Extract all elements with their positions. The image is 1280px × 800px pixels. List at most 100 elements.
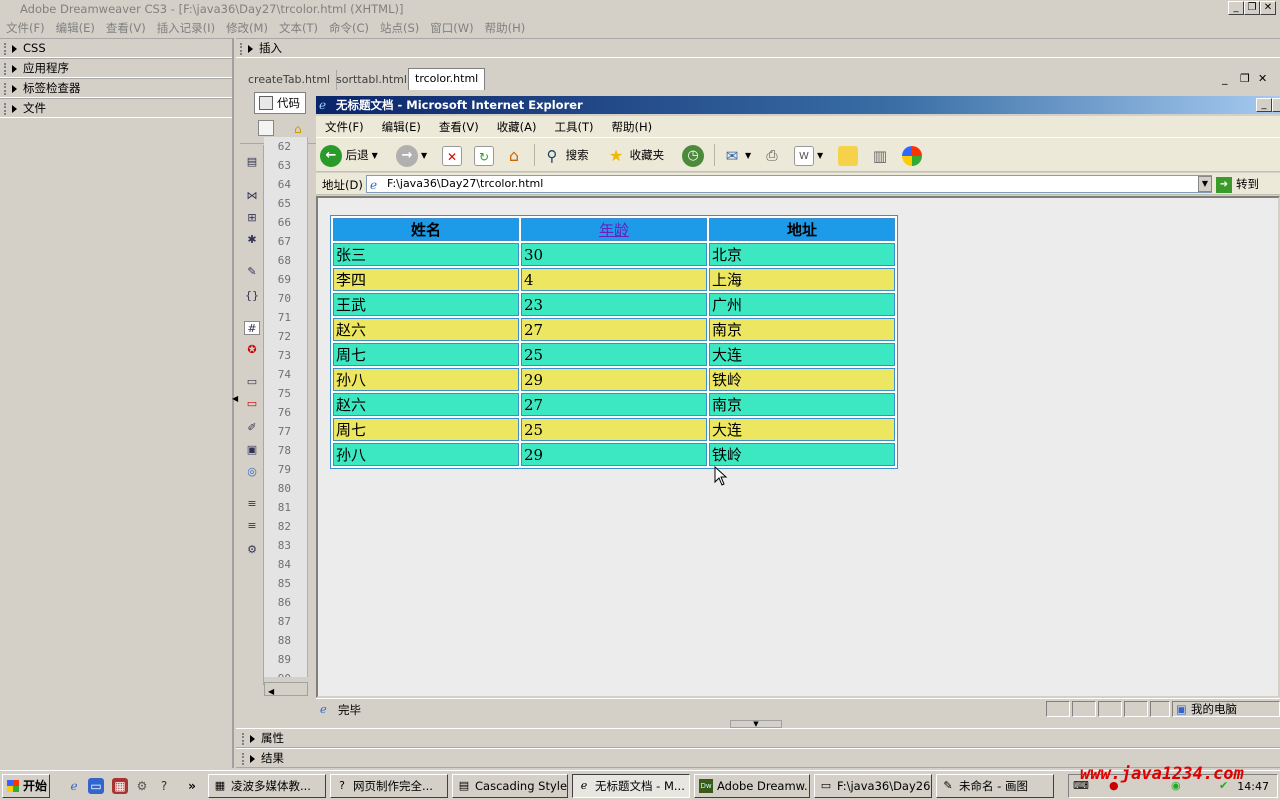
quicklaunch-help-icon[interactable]: ?: [156, 778, 172, 794]
doc-close-icon[interactable]: ✕: [1258, 72, 1267, 85]
panel-splitter-handle[interactable]: ◀: [232, 370, 238, 430]
code-view-button[interactable]: 代码: [254, 92, 306, 114]
line-number: 79: [277, 463, 291, 476]
taskbar-button[interactable]: ℯ 无标题文档 - M...: [572, 774, 690, 798]
left-panel-label: 应用程序: [23, 61, 69, 75]
taskbar-button[interactable]: ▭ F:\java36\Day26: [814, 774, 932, 798]
forward-button[interactable]: → ▼: [396, 143, 427, 167]
dw-menu-item[interactable]: 插入记录(I): [157, 21, 215, 35]
restore-button[interactable]: ❐: [1244, 1, 1260, 15]
ie-minimize-button[interactable]: _: [1256, 98, 1272, 112]
horizontal-scrollbar[interactable]: ◀: [264, 682, 308, 696]
table-cell: 27: [521, 393, 707, 416]
mail-button[interactable]: ✉ ▼: [722, 143, 751, 167]
line-number: 73: [277, 349, 291, 362]
expand-all-icon[interactable]: ✱: [244, 233, 260, 247]
ie-menu-item[interactable]: 文件(F): [325, 120, 364, 134]
go-button[interactable]: ➜ 转到: [1216, 174, 1272, 194]
print-button[interactable]: ⎙: [762, 143, 782, 167]
table-cell: 孙八: [333, 368, 519, 391]
table-header-cell: 地址: [709, 218, 895, 241]
minimize-button[interactable]: _: [1228, 1, 1244, 15]
left-panel-header[interactable]: CSS: [0, 38, 232, 58]
table-row: 孙八 29 铁岭: [333, 443, 895, 466]
dw-menu-item[interactable]: 文件(F): [6, 21, 45, 35]
line-numbers-icon[interactable]: #: [244, 321, 260, 335]
windows-flag-button[interactable]: [902, 143, 922, 167]
table-header-cell[interactable]: 年龄: [521, 218, 707, 241]
start-button[interactable]: 开始: [2, 774, 50, 798]
line-number: 88: [277, 634, 291, 647]
doc-minimize-icon[interactable]: _: [1222, 72, 1228, 85]
doc-restore-icon[interactable]: ❐: [1240, 72, 1250, 85]
collapse-tag-icon[interactable]: ⋈: [244, 189, 260, 203]
remove-comment-icon[interactable]: ▭: [244, 397, 260, 411]
taskbar-button[interactable]: ▦ 凌波多媒体教...: [208, 774, 326, 798]
select-parent-tag-icon[interactable]: ✎: [244, 265, 260, 279]
taskbar-button[interactable]: ? 网页制作完全...: [330, 774, 448, 798]
address-dropdown-icon[interactable]: ▼: [1198, 176, 1212, 192]
expand-arrow-icon: [12, 44, 17, 53]
quicklaunch-settings-icon[interactable]: ⚙: [134, 778, 150, 794]
open-documents-icon[interactable]: ▤: [244, 155, 260, 169]
wrap-tag-icon[interactable]: ✐: [244, 421, 260, 435]
ie-menu-item[interactable]: 帮助(H): [612, 120, 653, 134]
indent-icon[interactable]: ≡: [244, 497, 260, 511]
left-panel-header[interactable]: 应用程序: [0, 58, 232, 78]
discuss-button[interactable]: [838, 143, 858, 167]
ie-menu-item[interactable]: 编辑(E): [382, 120, 421, 134]
taskbar-button-label: 网页制作完全...: [353, 779, 433, 793]
properties-panel[interactable]: 属性: [236, 728, 1280, 748]
dw-menu-item[interactable]: 帮助(H): [485, 21, 526, 35]
taskbar-button[interactable]: ✎ 未命名 - 画图: [936, 774, 1054, 798]
quicklaunch-ie-icon[interactable]: ℯ: [66, 778, 82, 794]
apply-comment-icon[interactable]: ▭: [244, 375, 260, 389]
new-file-icon[interactable]: [258, 120, 274, 136]
dw-menu-item[interactable]: 修改(M): [226, 21, 268, 35]
dw-menu-item[interactable]: 查看(V): [106, 21, 146, 35]
quicklaunch-overflow-icon[interactable]: »: [184, 778, 200, 794]
favorites-button[interactable]: ★ 收藏夹: [606, 143, 664, 167]
tab-sorttabl[interactable]: sorttabl.html: [330, 70, 414, 90]
search-button[interactable]: ⚲ 搜索: [542, 143, 589, 167]
move-css-icon[interactable]: ◎: [244, 465, 260, 479]
close-button[interactable]: ✕: [1260, 1, 1276, 15]
balance-braces-icon[interactable]: {}: [244, 289, 260, 303]
collapse-selection-icon[interactable]: ⊞: [244, 211, 260, 225]
dw-menu-item[interactable]: 窗口(W): [430, 21, 473, 35]
ie-menu-item[interactable]: 收藏(A): [497, 120, 537, 134]
ie-menu-item[interactable]: 查看(V): [439, 120, 479, 134]
dw-menu-item[interactable]: 编辑(E): [56, 21, 95, 35]
mail-icon: ✉: [725, 146, 739, 165]
outdent-icon[interactable]: ≡: [244, 519, 260, 533]
highlight-invalid-icon[interactable]: ✪: [244, 343, 260, 357]
dw-menu-item[interactable]: 站点(S): [380, 21, 419, 35]
insert-panel[interactable]: 插入: [236, 38, 1280, 58]
ie-menu-item[interactable]: 工具(T): [555, 120, 594, 134]
note-icon: [838, 145, 858, 166]
refresh-button[interactable]: ↻: [474, 143, 494, 167]
address-input[interactable]: ℯ F:\java36\Day27\trcolor.html: [366, 175, 1212, 193]
messenger-button[interactable]: ▥: [870, 143, 890, 167]
taskbar-button[interactable]: ▤ Cascading Style...: [452, 774, 568, 798]
tab-trcolor[interactable]: trcolor.html: [408, 68, 486, 90]
left-panel-header[interactable]: 文件: [0, 98, 232, 118]
back-button[interactable]: ← 后退 ▼: [320, 143, 378, 167]
home-button[interactable]: ⌂: [504, 143, 524, 167]
tab-createtab[interactable]: createTab.html: [242, 70, 338, 90]
dw-menu-item[interactable]: 命令(C): [329, 21, 369, 35]
left-panel-header[interactable]: 标签检查器: [0, 78, 232, 98]
taskbar-button[interactable]: Dw Adobe Dreamw...: [694, 774, 810, 798]
ie-restore-button[interactable]: [1272, 98, 1280, 112]
table-row: 王武 23 广州: [333, 293, 895, 316]
format-source-icon[interactable]: ⚙: [244, 543, 260, 557]
quicklaunch-desktop-icon[interactable]: ▭: [88, 778, 104, 794]
stop-button[interactable]: ✕: [442, 143, 462, 167]
edit-button[interactable]: W ▼: [794, 143, 823, 167]
dw-menu-item[interactable]: 文本(T): [279, 21, 318, 35]
folder-icon[interactable]: ⌂: [294, 122, 312, 136]
history-button[interactable]: ◷: [682, 143, 704, 167]
recent-snippets-icon[interactable]: ▣: [244, 443, 260, 457]
bottom-panel-handle[interactable]: ▼: [730, 720, 782, 728]
quicklaunch-app-icon[interactable]: ▦: [112, 778, 128, 794]
